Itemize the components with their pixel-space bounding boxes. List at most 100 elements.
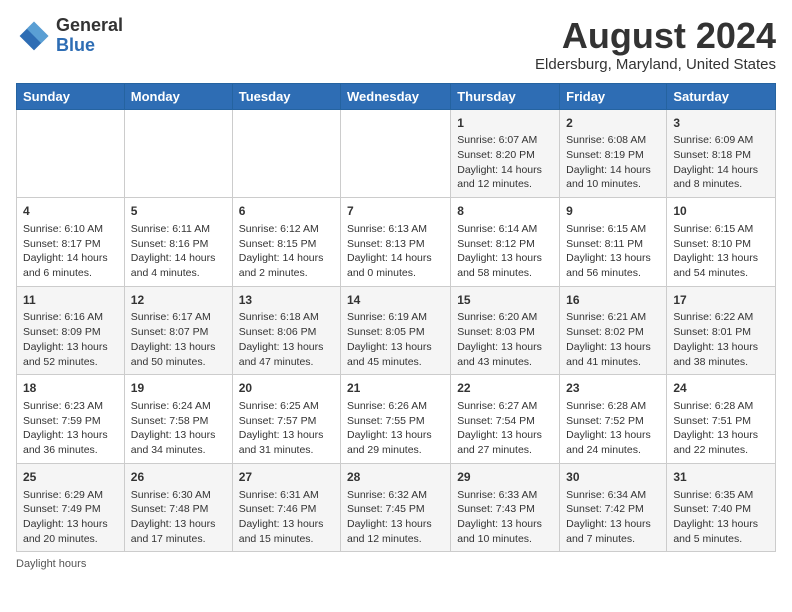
calendar-cell: 12Sunrise: 6:17 AM Sunset: 8:07 PM Dayli… xyxy=(124,286,232,375)
day-number: 21 xyxy=(347,380,444,397)
day-number: 17 xyxy=(673,292,769,309)
title-area: August 2024 Eldersburg, Maryland, United… xyxy=(535,16,776,73)
day-number: 23 xyxy=(566,380,660,397)
header-row: SundayMondayTuesdayWednesdayThursdayFrid… xyxy=(17,83,776,109)
day-number: 28 xyxy=(347,469,444,486)
day-info: Sunrise: 6:23 AM Sunset: 7:59 PM Dayligh… xyxy=(23,399,118,458)
calendar-cell: 20 Sunrise: 6:25 AM Sunset: 7:57 PM Dayli… xyxy=(232,375,340,464)
day-info: Sunrise: 6:15 AM Sunset: 8:11 PM Dayligh… xyxy=(566,222,660,281)
day-info: Sunrise: 6:19 AM Sunset: 8:05 PM Dayligh… xyxy=(347,310,444,369)
calendar-cell xyxy=(232,109,340,198)
calendar-cell: 21 Sunrise: 6:26 AM Sunset: 7:55 PM Dayli… xyxy=(341,375,451,464)
header-day: Sunday xyxy=(17,83,125,109)
day-number: 12 xyxy=(131,292,226,309)
day-number: 30 xyxy=(566,469,660,486)
logo-icon xyxy=(16,18,52,54)
calendar-cell: 16Sunrise: 6:21 AM Sunset: 8:02 PM Dayli… xyxy=(560,286,667,375)
day-info: Sunrise: 6:25 AM Sunset: 7:57 PM Dayligh… xyxy=(239,399,334,458)
calendar-cell: 2Sunrise: 6:08 AM Sunset: 8:19 PM Daylig… xyxy=(560,109,667,198)
day-number: 27 xyxy=(239,469,334,486)
day-number: 22 xyxy=(457,380,553,397)
calendar-cell: 24Sunrise: 6:28 AM Sunset: 7:51 PM Dayli… xyxy=(667,375,776,464)
day-info: Sunrise: 6:30 AM Sunset: 7:48 PM Dayligh… xyxy=(131,488,226,547)
day-number: 3 xyxy=(673,115,769,132)
day-info: Sunrise: 6:29 AM Sunset: 7:49 PM Dayligh… xyxy=(23,488,118,547)
calendar-week: 25 Sunrise: 6:29 AM Sunset: 7:49 PM Dayli… xyxy=(17,463,776,552)
calendar-cell: 27 Sunrise: 6:31 AM Sunset: 7:46 PM Dayli… xyxy=(232,463,340,552)
day-info: Sunrise: 6:33 AM Sunset: 7:43 PM Dayligh… xyxy=(457,488,553,547)
day-number: 29 xyxy=(457,469,553,486)
day-info: Sunrise: 6:07 AM Sunset: 8:20 PM Dayligh… xyxy=(457,133,553,192)
header: General Blue August 2024 Eldersburg, Mar… xyxy=(16,16,776,73)
calendar-cell: 1Sunrise: 6:07 AM Sunset: 8:20 PM Daylig… xyxy=(451,109,560,198)
calendar-cell xyxy=(124,109,232,198)
calendar-cell: 23Sunrise: 6:28 AM Sunset: 7:52 PM Dayli… xyxy=(560,375,667,464)
day-number: 8 xyxy=(457,203,553,220)
calendar-week: 18 Sunrise: 6:23 AM Sunset: 7:59 PM Dayli… xyxy=(17,375,776,464)
header-day: Monday xyxy=(124,83,232,109)
day-number: 19 xyxy=(131,380,226,397)
header-day: Wednesday xyxy=(341,83,451,109)
day-info: Sunrise: 6:09 AM Sunset: 8:18 PM Dayligh… xyxy=(673,133,769,192)
day-info: Sunrise: 6:32 AM Sunset: 7:45 PM Dayligh… xyxy=(347,488,444,547)
day-info: Sunrise: 6:20 AM Sunset: 8:03 PM Dayligh… xyxy=(457,310,553,369)
day-number: 7 xyxy=(347,203,444,220)
calendar-cell: 4 Sunrise: 6:10 AM Sunset: 8:17 PM Daylig… xyxy=(17,198,125,287)
day-number: 13 xyxy=(239,292,334,309)
day-number: 16 xyxy=(566,292,660,309)
day-number: 18 xyxy=(23,380,118,397)
day-number: 15 xyxy=(457,292,553,309)
calendar-week: 11Sunrise: 6:16 AM Sunset: 8:09 PM Dayli… xyxy=(17,286,776,375)
day-info: Sunrise: 6:16 AM Sunset: 8:09 PM Dayligh… xyxy=(23,310,118,369)
header-day: Friday xyxy=(560,83,667,109)
header-day: Saturday xyxy=(667,83,776,109)
calendar-cell: 7Sunrise: 6:13 AM Sunset: 8:13 PM Daylig… xyxy=(341,198,451,287)
calendar-body: 1Sunrise: 6:07 AM Sunset: 8:20 PM Daylig… xyxy=(17,109,776,552)
calendar-cell: 19 Sunrise: 6:24 AM Sunset: 7:58 PM Dayli… xyxy=(124,375,232,464)
day-number: 5 xyxy=(131,203,226,220)
day-info: Sunrise: 6:31 AM Sunset: 7:46 PM Dayligh… xyxy=(239,488,334,547)
calendar-week: 4 Sunrise: 6:10 AM Sunset: 8:17 PM Daylig… xyxy=(17,198,776,287)
day-number: 14 xyxy=(347,292,444,309)
calendar-cell: 13Sunrise: 6:18 AM Sunset: 8:06 PM Dayli… xyxy=(232,286,340,375)
day-info: Sunrise: 6:11 AM Sunset: 8:16 PM Dayligh… xyxy=(131,222,226,281)
day-info: Sunrise: 6:08 AM Sunset: 8:19 PM Dayligh… xyxy=(566,133,660,192)
day-number: 2 xyxy=(566,115,660,132)
calendar-cell: 18 Sunrise: 6:23 AM Sunset: 7:59 PM Dayli… xyxy=(17,375,125,464)
day-number: 31 xyxy=(673,469,769,486)
day-info: Sunrise: 6:24 AM Sunset: 7:58 PM Dayligh… xyxy=(131,399,226,458)
calendar-cell: 10Sunrise: 6:15 AM Sunset: 8:10 PM Dayli… xyxy=(667,198,776,287)
day-info: Sunrise: 6:22 AM Sunset: 8:01 PM Dayligh… xyxy=(673,310,769,369)
calendar-cell: 3Sunrise: 6:09 AM Sunset: 8:18 PM Daylig… xyxy=(667,109,776,198)
day-number: 25 xyxy=(23,469,118,486)
day-info: Sunrise: 6:26 AM Sunset: 7:55 PM Dayligh… xyxy=(347,399,444,458)
day-number: 1 xyxy=(457,115,553,132)
calendar-table: SundayMondayTuesdayWednesdayThursdayFrid… xyxy=(16,83,776,553)
day-number: 4 xyxy=(23,203,118,220)
day-info: Sunrise: 6:21 AM Sunset: 8:02 PM Dayligh… xyxy=(566,310,660,369)
day-number: 9 xyxy=(566,203,660,220)
logo: General Blue xyxy=(16,16,123,56)
day-number: 11 xyxy=(23,292,118,309)
day-info: Sunrise: 6:28 AM Sunset: 7:51 PM Dayligh… xyxy=(673,399,769,458)
calendar-cell: 30Sunrise: 6:34 AM Sunset: 7:42 PM Dayli… xyxy=(560,463,667,552)
day-number: 20 xyxy=(239,380,334,397)
calendar-cell: 9 Sunrise: 6:15 AM Sunset: 8:11 PM Daylig… xyxy=(560,198,667,287)
header-day: Thursday xyxy=(451,83,560,109)
calendar-cell: 11Sunrise: 6:16 AM Sunset: 8:09 PM Dayli… xyxy=(17,286,125,375)
calendar-cell: 26 Sunrise: 6:30 AM Sunset: 7:48 PM Dayli… xyxy=(124,463,232,552)
day-number: 10 xyxy=(673,203,769,220)
calendar-cell: 6Sunrise: 6:12 AM Sunset: 8:15 PM Daylig… xyxy=(232,198,340,287)
day-info: Sunrise: 6:18 AM Sunset: 8:06 PM Dayligh… xyxy=(239,310,334,369)
month-year: August 2024 xyxy=(535,16,776,56)
day-number: 6 xyxy=(239,203,334,220)
day-number: 26 xyxy=(131,469,226,486)
calendar-cell: 25 Sunrise: 6:29 AM Sunset: 7:49 PM Dayli… xyxy=(17,463,125,552)
day-info: Sunrise: 6:35 AM Sunset: 7:40 PM Dayligh… xyxy=(673,488,769,547)
calendar-cell: 28 Sunrise: 6:32 AM Sunset: 7:45 PM Dayli… xyxy=(341,463,451,552)
calendar-cell: 8Sunrise: 6:14 AM Sunset: 8:12 PM Daylig… xyxy=(451,198,560,287)
header-day: Tuesday xyxy=(232,83,340,109)
calendar-cell: 31 Sunrise: 6:35 AM Sunset: 7:40 PM Dayli… xyxy=(667,463,776,552)
calendar-cell: 22Sunrise: 6:27 AM Sunset: 7:54 PM Dayli… xyxy=(451,375,560,464)
day-info: Sunrise: 6:10 AM Sunset: 8:17 PM Dayligh… xyxy=(23,222,118,281)
